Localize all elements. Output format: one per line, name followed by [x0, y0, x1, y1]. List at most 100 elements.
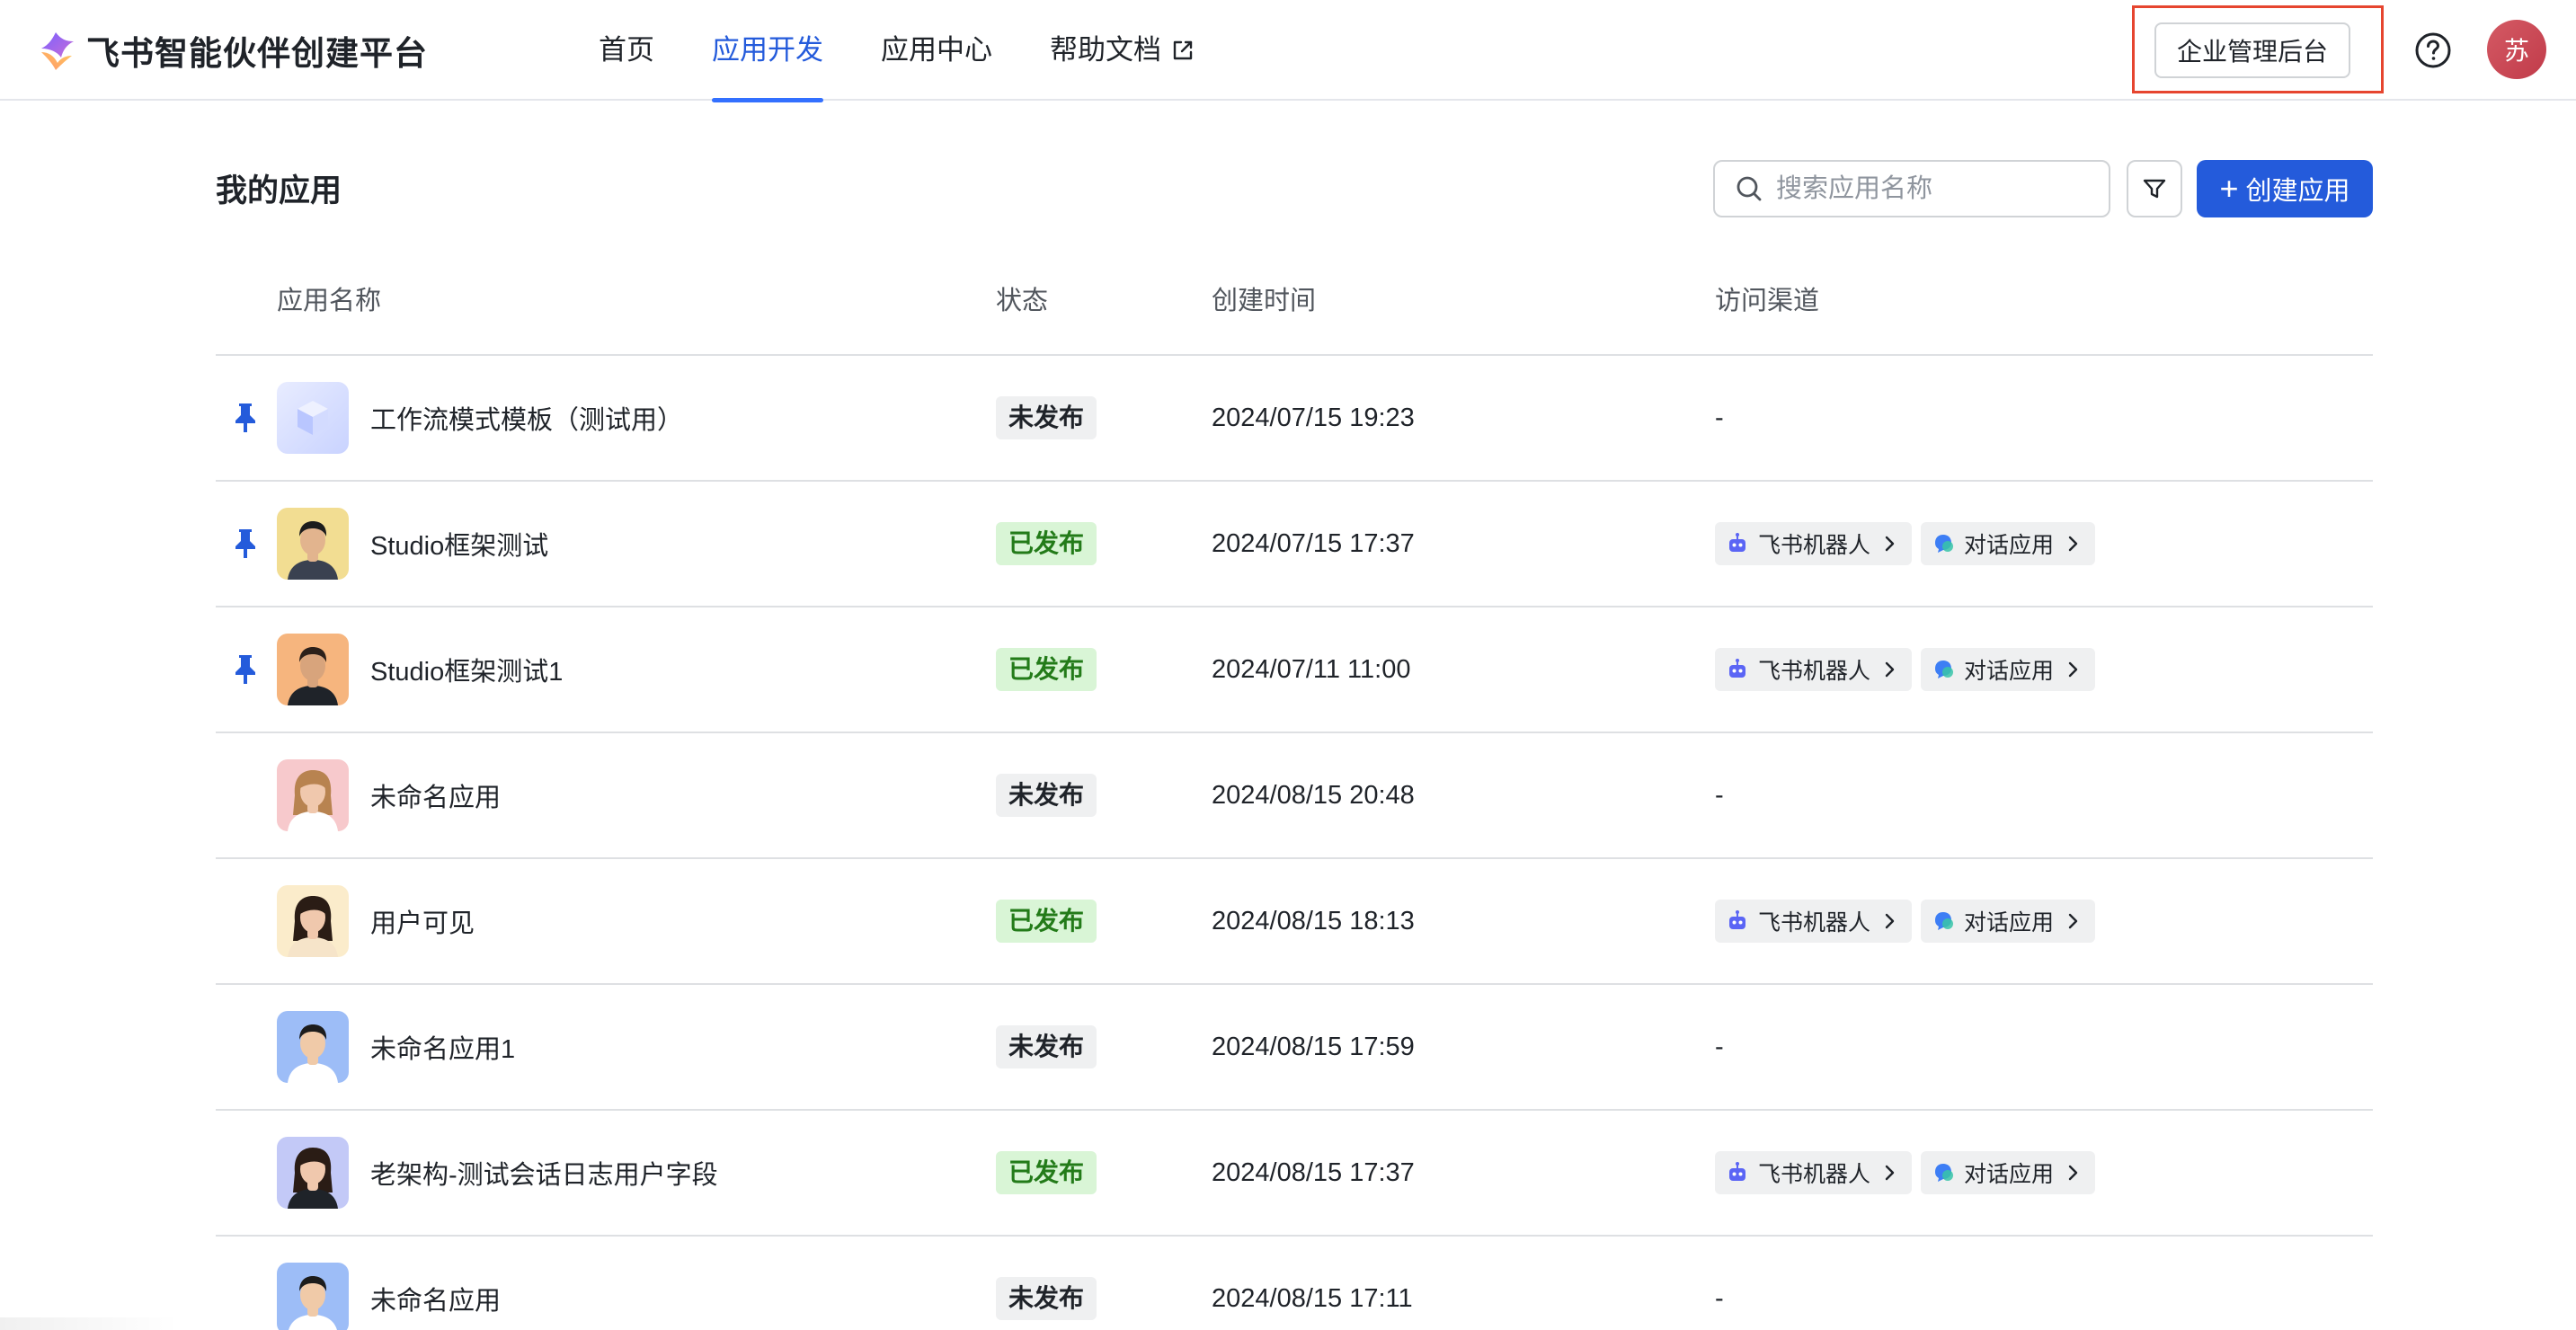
created-time: 2024/07/15 19:23	[1212, 403, 1415, 432]
created-time: 2024/07/11 11:00	[1212, 654, 1411, 684]
app-name[interactable]: 用户可见	[370, 859, 475, 983]
app-name[interactable]: 未命名应用	[370, 733, 501, 857]
column-header-name: 应用名称	[277, 287, 382, 315]
person-avatar-image	[288, 770, 338, 831]
nav-item-help-docs[interactable]: 帮助文档	[1050, 0, 1197, 101]
user-avatar[interactable]: 苏	[2487, 20, 2546, 79]
search-input[interactable]	[1776, 173, 2100, 204]
created-time: 2024/08/15 17:11	[1212, 1283, 1413, 1313]
channel-chip[interactable]: 对话应用	[1921, 522, 2096, 565]
channels-cell: -	[1715, 733, 1724, 857]
channel-chip[interactable]: 对话应用	[1921, 900, 2096, 943]
table-row[interactable]: Studio框架测试1 已发布 2024/07/11 11:00 飞书机器人 对…	[216, 607, 2373, 733]
column-header-created: 创建时间	[1212, 287, 1317, 315]
table-row[interactable]: 工作流模式模板（测试用） 未发布 2024/07/15 19:23 -	[216, 356, 2373, 482]
nav-item-home[interactable]: 首页	[599, 0, 654, 101]
channel-label: 对话应用	[1964, 659, 2055, 684]
search-box[interactable]	[1713, 160, 2110, 217]
person-avatar-image	[288, 1148, 338, 1209]
person-avatar-image	[289, 1276, 337, 1330]
status-badge: 已发布	[996, 900, 1097, 943]
app-name[interactable]: 老架构-测试会话日志用户字段	[370, 1111, 718, 1235]
status-badge: 未发布	[996, 1025, 1097, 1068]
app-avatar	[277, 733, 349, 857]
app-name[interactable]: 未命名应用1	[370, 985, 515, 1109]
enterprise-admin-button[interactable]: 企业管理后台	[2154, 22, 2350, 78]
channels-empty: -	[1715, 403, 1724, 432]
status-cell: 已发布	[996, 607, 1097, 732]
status-cell: 已发布	[996, 482, 1097, 606]
nav-item-app-dev[interactable]: 应用开发	[712, 0, 823, 102]
channel-label: 飞书机器人	[1758, 910, 1871, 935]
page-title: 我的应用	[216, 173, 342, 208]
channels-cell: -	[1715, 1237, 1724, 1330]
table-row[interactable]: 老架构-测试会话日志用户字段 已发布 2024/08/15 17:37 飞书机器…	[216, 1111, 2373, 1237]
status-cell: 未发布	[996, 985, 1097, 1109]
app-name[interactable]: 工作流模式模板（测试用）	[370, 356, 683, 480]
table-row[interactable]: 未命名应用 未发布 2024/08/15 20:48 -	[216, 733, 2373, 859]
chevron-right-icon	[1885, 913, 1895, 929]
person-avatar-image	[288, 647, 338, 705]
channels-cell: 飞书机器人 对话应用	[1715, 859, 2104, 983]
pin-cell	[232, 859, 264, 983]
chevron-right-icon	[2068, 1165, 2078, 1181]
chat-bubble-icon	[1935, 912, 1954, 930]
apps-table: 应用名称 状态 创建时间 访问渠道 工作流模式模板（测试用） 未发布 2024/…	[216, 246, 2373, 1330]
channels-cell: -	[1715, 356, 1724, 480]
created-time: 2024/08/15 20:48	[1212, 780, 1415, 810]
nav-item-app-center[interactable]: 应用中心	[881, 0, 992, 101]
created-time: 2024/07/15 17:37	[1212, 528, 1415, 558]
pin-cell	[232, 985, 264, 1109]
status-badge: 未发布	[996, 396, 1097, 439]
scroll-shadow	[0, 1317, 180, 1330]
chat-bubble-icon	[1935, 1164, 1954, 1182]
question-circle-icon[interactable]	[2413, 31, 2453, 70]
channel-label: 对话应用	[1964, 910, 2055, 935]
status-cell: 未发布	[996, 1237, 1097, 1330]
app-name[interactable]: Studio框架测试	[370, 482, 548, 606]
chevron-right-icon	[1885, 536, 1895, 552]
table-row[interactable]: 未命名应用1 未发布 2024/08/15 17:59 -	[216, 985, 2373, 1111]
create-app-label: 创建应用	[2245, 177, 2350, 206]
pin-icon[interactable]	[232, 528, 259, 560]
chat-bubble-icon	[1935, 535, 1954, 553]
brand[interactable]: 飞书智能伙伴创建平台	[34, 23, 428, 77]
status-badge: 已发布	[996, 1151, 1097, 1194]
pin-icon[interactable]	[232, 402, 259, 434]
chevron-right-icon	[2068, 661, 2078, 678]
status-cell: 未发布	[996, 733, 1097, 857]
channels-empty: -	[1715, 1283, 1724, 1313]
channels-cell: 飞书机器人 对话应用	[1715, 607, 2104, 732]
table-row[interactable]: Studio框架测试 已发布 2024/07/15 17:37 飞书机器人 对话…	[216, 482, 2373, 607]
chevron-right-icon	[1885, 1165, 1895, 1181]
person-avatar-image	[288, 1024, 338, 1083]
robot-icon	[1729, 1162, 1745, 1181]
table-row[interactable]: 未命名应用 未发布 2024/08/15 17:11 -	[216, 1237, 2373, 1330]
channel-chip[interactable]: 飞书机器人	[1715, 1151, 1913, 1194]
cube-icon	[298, 401, 328, 435]
top-navigation-bar: 飞书智能伙伴创建平台 首页 应用开发 应用中心 帮助文档 企业管理后台 苏	[0, 0, 2576, 102]
app-avatar	[277, 985, 349, 1109]
channel-chip[interactable]: 对话应用	[1921, 648, 2096, 691]
pin-icon[interactable]	[232, 653, 259, 686]
channel-chip[interactable]: 飞书机器人	[1715, 900, 1913, 943]
channel-chip[interactable]: 飞书机器人	[1715, 522, 1913, 565]
filter-button[interactable]	[2127, 160, 2182, 217]
robot-icon	[1729, 659, 1745, 678]
created-time: 2024/08/15 17:59	[1212, 1032, 1415, 1061]
app-name[interactable]: Studio框架测试1	[370, 607, 563, 732]
table-row[interactable]: 用户可见 已发布 2024/08/15 18:13 飞书机器人 对话应用	[216, 859, 2373, 985]
brand-logo-icon	[41, 32, 74, 70]
column-header-status: 状态	[996, 287, 1049, 315]
channel-chip[interactable]: 对话应用	[1921, 1151, 2096, 1194]
created-time: 2024/08/15 17:37	[1212, 1157, 1415, 1187]
create-app-button[interactable]: + 创建应用	[2197, 160, 2373, 217]
column-header-channels: 访问渠道	[1715, 287, 1820, 315]
channel-chip[interactable]: 飞书机器人	[1715, 648, 1913, 691]
app-name[interactable]: 未命名应用	[370, 1237, 501, 1330]
channel-label: 飞书机器人	[1758, 533, 1871, 558]
status-badge: 未发布	[996, 774, 1097, 817]
nav-label: 首页	[599, 34, 654, 66]
app-avatar	[277, 482, 349, 606]
channels-empty: -	[1715, 780, 1724, 810]
